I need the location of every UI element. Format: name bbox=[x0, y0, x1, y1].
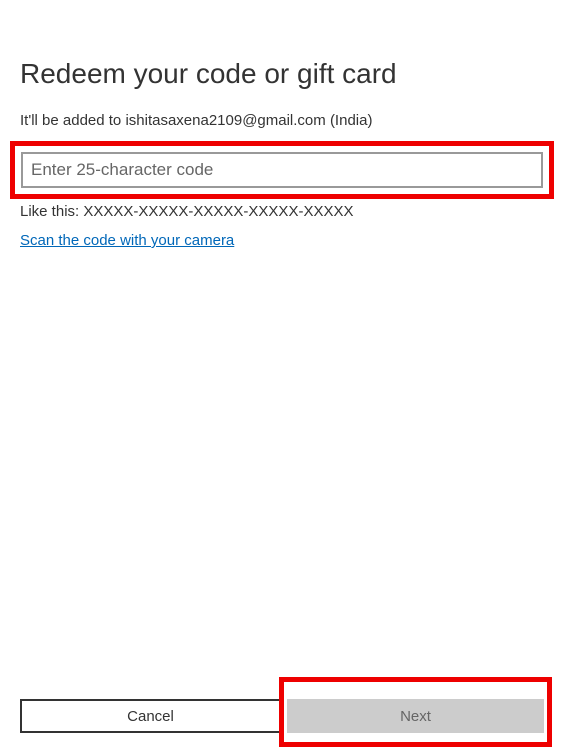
code-format-hint: Like this: XXXXX-XXXXX-XXXXX-XXXXX-XXXXX bbox=[20, 203, 544, 220]
account-info-text: It'll be added to ishitasaxena2109@gmail… bbox=[20, 112, 544, 129]
cancel-button[interactable]: Cancel bbox=[20, 699, 281, 733]
input-annotation-highlight bbox=[10, 141, 554, 199]
next-button[interactable]: Next bbox=[287, 699, 544, 733]
redeem-code-input[interactable] bbox=[21, 152, 543, 188]
button-row: Cancel Next bbox=[20, 699, 544, 733]
page-title: Redeem your code or gift card bbox=[20, 58, 544, 90]
scan-code-link[interactable]: Scan the code with your camera bbox=[20, 232, 234, 249]
